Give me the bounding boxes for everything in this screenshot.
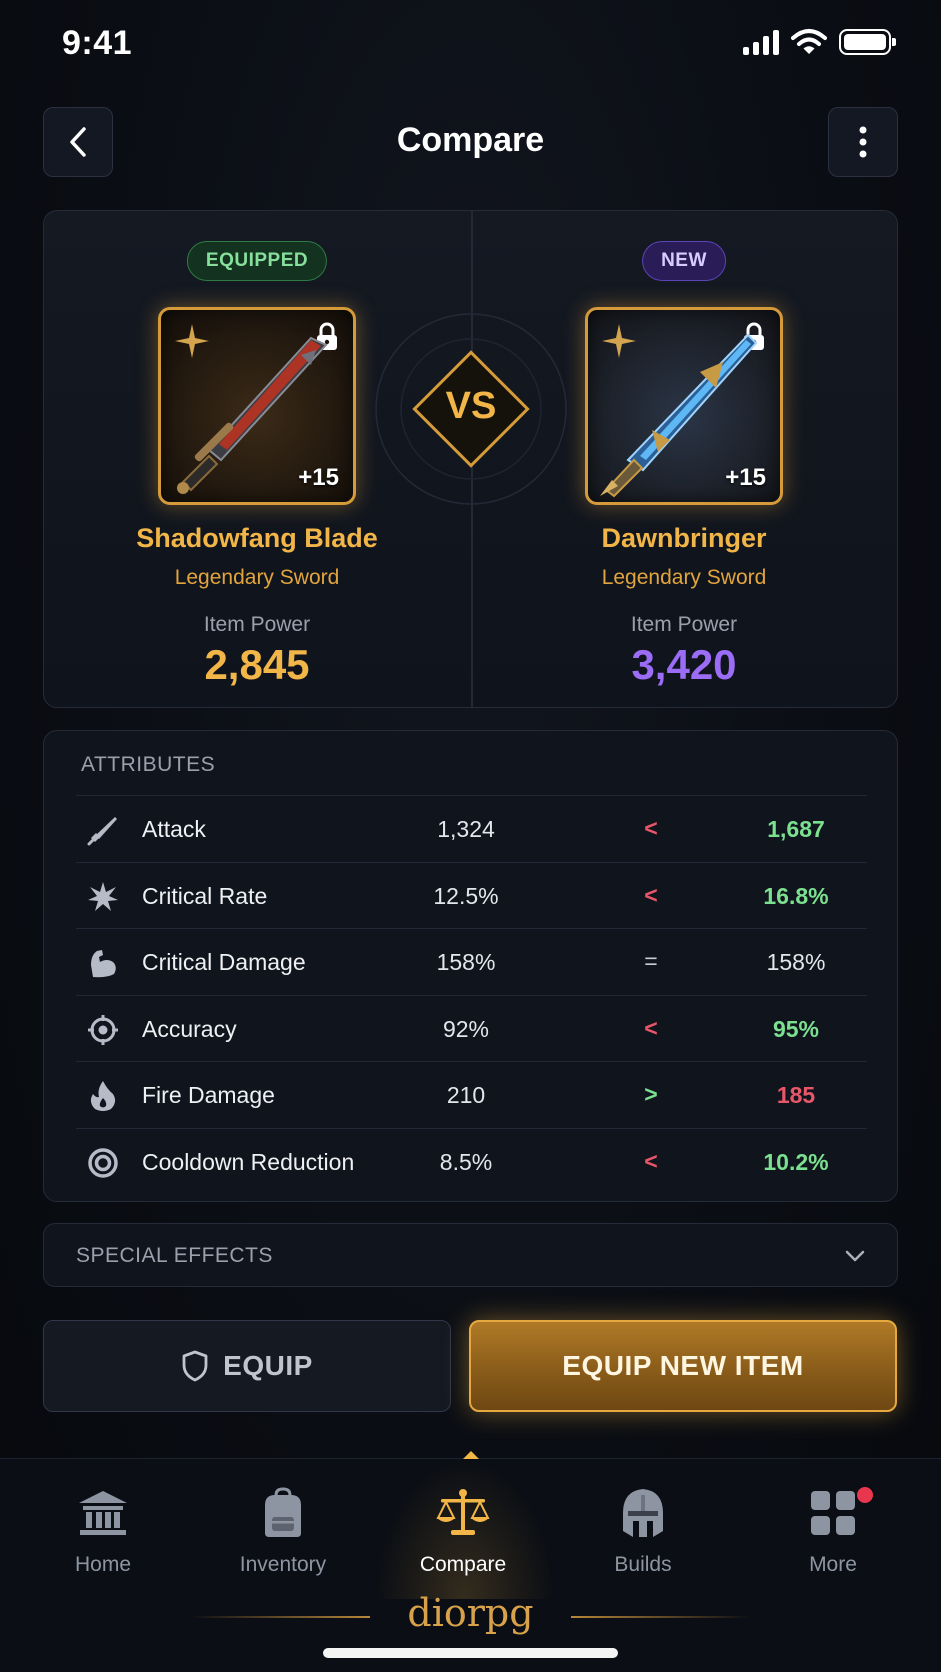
equipped-item-type: Legendary Sword — [174, 566, 340, 589]
attribute-row-critical-rate: Critical Rate 12.5% < 16.8% — [76, 861, 867, 929]
tab-builds[interactable]: Builds — [573, 1485, 713, 1577]
attribute-compare: < — [644, 1147, 658, 1174]
tab-label: Inventory — [239, 1553, 327, 1576]
new-item-name: Dawnbringer — [601, 523, 767, 553]
tab-home[interactable]: Home — [33, 1485, 173, 1577]
tab-compare[interactable]: Compare — [393, 1485, 533, 1577]
attribute-compare: < — [644, 1014, 658, 1041]
attributes-card: ATTRIBUTES Attack 1,324 < 1,687 Critical… — [43, 730, 898, 1202]
attribute-name: Critical Damage — [142, 949, 306, 975]
attribute-compare: > — [644, 1081, 658, 1107]
attribute-current: 92% — [442, 1015, 490, 1042]
brand-divider-right — [571, 1616, 751, 1618]
new-item-image[interactable]: +15 — [585, 307, 783, 505]
sword-icon — [86, 813, 120, 847]
attributes-title: ATTRIBUTES — [81, 753, 216, 776]
new-item: NEW +15 Dawnbringer Legendary Sword Item — [479, 211, 889, 707]
attribute-name: Accuracy — [142, 1015, 237, 1042]
bank-icon — [33, 1485, 173, 1541]
attribute-compare: < — [644, 881, 658, 908]
attribute-name: Fire Damage — [142, 1082, 275, 1108]
attribute-name: Critical Rate — [142, 882, 268, 909]
equipped-item-image[interactable]: +15 — [158, 307, 356, 505]
status-time: 9:41 — [62, 24, 133, 62]
more-options-button[interactable] — [828, 107, 898, 177]
notification-dot — [855, 1485, 875, 1505]
attribute-current: 1,324 — [437, 816, 495, 842]
tab-label: Compare — [419, 1553, 507, 1576]
flame-icon — [86, 1079, 120, 1113]
brand-footer: diorpg — [0, 1589, 941, 1639]
equipped-power-value: 2,845 — [204, 641, 310, 688]
tab-bar: Home Inventory Compare Builds More diorp… — [0, 1451, 941, 1672]
equip-button[interactable]: EQUIP — [43, 1320, 451, 1412]
cellular-signal-icon — [743, 29, 779, 55]
muscle-icon — [86, 946, 120, 980]
special-effects-label: SPECIAL EFFECTS — [76, 1244, 273, 1267]
attribute-new: 16.8% — [763, 882, 829, 909]
scales-icon — [393, 1485, 533, 1541]
attribute-new: 10.2% — [763, 1148, 829, 1175]
attribute-current: 12.5% — [433, 882, 499, 909]
equipped-badge: EQUIPPED — [186, 241, 328, 281]
attributes-list: Attack 1,324 < 1,687 Critical Rate 12.5%… — [76, 795, 867, 1194]
equipped-power-label: Item Power — [203, 613, 311, 636]
attribute-row-fire-damage: Fire Damage 210 > 185 — [76, 1061, 867, 1128]
page-title: Compare — [396, 121, 545, 159]
attribute-compare: < — [644, 815, 658, 841]
new-power-value: 3,420 — [631, 641, 737, 688]
enhancement-level: +15 — [725, 464, 766, 491]
attribute-new: 1,687 — [767, 816, 825, 842]
equipped-item-name: Shadowfang Blade — [136, 523, 378, 553]
equip-button-label: EQUIP — [223, 1350, 313, 1381]
vertical-dots-icon — [859, 126, 867, 158]
attribute-row-accuracy: Accuracy 92% < 95% — [76, 994, 867, 1062]
equip-new-item-button[interactable]: EQUIP NEW ITEM — [469, 1320, 897, 1412]
attribute-row-critical-damage: Critical Damage 158% = 158% — [76, 928, 867, 995]
tab-label: Builds — [614, 1553, 672, 1576]
attribute-current: 8.5% — [439, 1148, 493, 1175]
burst-icon — [86, 880, 120, 914]
attribute-name: Cooldown Reduction — [142, 1148, 355, 1175]
attribute-new: 185 — [776, 1082, 816, 1108]
compare-card: EQUIPPED +15 Shadowfang Blade Legendary … — [43, 210, 898, 708]
attribute-new: 95% — [772, 1015, 820, 1042]
attribute-current: 210 — [446, 1082, 486, 1108]
attribute-current: 158% — [436, 949, 496, 975]
grid-icon — [763, 1485, 903, 1541]
home-indicator[interactable] — [323, 1648, 618, 1658]
new-badge: NEW — [642, 241, 726, 281]
backpack-icon — [213, 1485, 353, 1541]
active-tab-indicator — [463, 1451, 479, 1459]
battery-icon — [839, 29, 896, 55]
brand-logo: diorpg — [407, 1591, 534, 1635]
shield-icon — [182, 1350, 208, 1382]
tab-label: Home — [74, 1553, 132, 1576]
special-effects-toggle[interactable]: SPECIAL EFFECTS — [43, 1223, 898, 1287]
crosshair-icon — [86, 1013, 120, 1047]
wifi-icon — [791, 29, 827, 54]
helmet-icon — [573, 1485, 713, 1541]
tab-more[interactable]: More — [763, 1485, 903, 1577]
new-power-label: Item Power — [630, 613, 738, 636]
attribute-row-cooldown-reduction: Cooldown Reduction 8.5% < 10.2% — [76, 1127, 867, 1195]
cooldown-icon — [86, 1146, 120, 1180]
equip-new-item-label: EQUIP NEW ITEM — [562, 1350, 804, 1381]
enhancement-level: +15 — [298, 464, 339, 491]
attribute-row-attack: Attack 1,324 < 1,687 — [76, 795, 867, 862]
header: Compare — [43, 107, 898, 177]
tab-label: More — [809, 1553, 857, 1576]
new-item-type: Legendary Sword — [601, 566, 767, 589]
status-icons — [743, 28, 896, 56]
attribute-compare: = — [644, 948, 658, 974]
tab-inventory[interactable]: Inventory — [213, 1485, 353, 1577]
chevron-down-icon — [845, 1250, 865, 1262]
attribute-name: Attack — [142, 816, 206, 842]
status-bar: 9:41 — [0, 0, 941, 90]
attribute-new: 158% — [766, 949, 826, 975]
